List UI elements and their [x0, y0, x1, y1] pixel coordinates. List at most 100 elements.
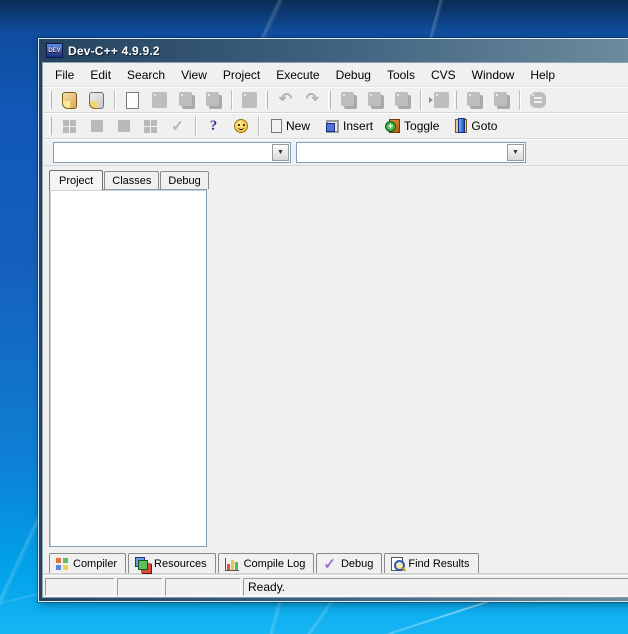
app-icon: DEV — [46, 43, 63, 58]
menu-project[interactable]: Project — [215, 65, 268, 85]
bar-chart-icon — [225, 558, 239, 571]
insert-button-label: Insert — [343, 119, 373, 133]
toolbar-grip[interactable] — [265, 91, 268, 109]
square-icon — [118, 120, 130, 132]
print-button — [237, 89, 262, 111]
goto-icon — [455, 119, 467, 133]
tab-resources[interactable]: Resources — [128, 553, 216, 574]
new-source-button[interactable] — [120, 89, 145, 111]
open-button[interactable] — [84, 89, 109, 111]
undo-button: ↶ — [273, 89, 298, 111]
profile-icon — [494, 92, 507, 106]
toolbar-compiler-classes: ▼ ▼ — [43, 139, 628, 166]
toolbar-separator — [114, 90, 115, 110]
toolbar-separator — [519, 90, 520, 110]
tab-compile-log-label: Compile Log — [244, 558, 306, 570]
compile-and-run-icon — [395, 92, 408, 106]
help-icon: ? — [210, 118, 218, 135]
menu-bar: File Edit Search View Project Execute De… — [43, 63, 628, 87]
menu-debug[interactable]: Debug — [328, 65, 379, 85]
redo-button: ↷ — [300, 89, 325, 111]
toolbar-main: ↶ ↷ — [43, 87, 628, 113]
tab-debug-bottom[interactable]: ✓ Debug — [316, 553, 382, 574]
goto-button-label: Goto — [471, 119, 497, 133]
left-tab-bar: Project Classes Debug — [49, 168, 211, 189]
project-panel: Project Classes Debug — [43, 168, 211, 551]
class-combobox-dropdown[interactable]: ▼ — [507, 144, 524, 161]
abort-button — [525, 89, 550, 111]
save-all-icon — [179, 92, 192, 106]
chevron-down-icon: ▼ — [512, 149, 519, 156]
square-button-2 — [111, 115, 136, 137]
purple-check-icon: ✓ — [323, 557, 336, 572]
run-button — [363, 89, 388, 111]
close-file-icon — [206, 92, 219, 106]
window-title: Dev-C++ 4.9.9.2 — [68, 44, 160, 58]
open-icon — [89, 92, 104, 109]
project-tree[interactable] — [49, 189, 207, 547]
redo-icon: ↷ — [306, 92, 319, 108]
toolbar-separator — [231, 90, 232, 110]
compile-button — [336, 89, 361, 111]
debug-icon — [467, 92, 480, 106]
rebuild-all-button — [426, 89, 451, 111]
insert-button[interactable]: Insert — [320, 117, 379, 135]
status-panel-2 — [117, 578, 163, 596]
new-project-button[interactable] — [57, 89, 82, 111]
compiler-combobox[interactable]: ▼ — [53, 142, 291, 163]
about-button[interactable] — [228, 115, 253, 137]
tab-project[interactable]: Project — [49, 170, 103, 190]
tab-compile-log[interactable]: Compile Log — [218, 553, 315, 574]
desktop: { "window": { "title": "Dev-C++ 4.9.9.2"… — [0, 0, 628, 634]
menu-help[interactable]: Help — [522, 65, 563, 85]
menu-tools[interactable]: Tools — [379, 65, 423, 85]
menu-window[interactable]: Window — [464, 65, 523, 85]
menu-edit[interactable]: Edit — [82, 65, 119, 85]
menu-view[interactable]: View — [173, 65, 215, 85]
toolbar-grip[interactable] — [328, 91, 331, 109]
square-icon — [91, 120, 103, 132]
help-button[interactable]: ? — [201, 115, 226, 137]
toolbar-grip[interactable] — [49, 91, 52, 109]
check-button: ✓ — [165, 115, 190, 137]
tab-debug[interactable]: Debug — [160, 171, 208, 189]
new-button[interactable]: New — [265, 117, 316, 135]
insert-icon — [326, 120, 339, 133]
devcpp-window: DEV Dev-C++ 4.9.9.2 File Edit Search Vie… — [38, 38, 628, 602]
title-bar[interactable]: DEV Dev-C++ 4.9.9.2 — [42, 39, 628, 62]
toolbar-grip[interactable] — [454, 91, 457, 109]
status-bar: Ready. — [43, 575, 628, 597]
grid-icon — [63, 120, 76, 133]
bottom-tab-bar: Compiler Resources Compile Log ✓ Debug F… — [43, 551, 628, 575]
toggle-button-label: Toggle — [404, 119, 439, 133]
save-icon — [152, 92, 167, 108]
tab-debug-label: Debug — [341, 558, 373, 570]
goto-button[interactable]: Goto — [449, 117, 503, 135]
tab-find-results[interactable]: Find Results — [384, 553, 478, 574]
menu-execute[interactable]: Execute — [268, 65, 327, 85]
class-combobox[interactable]: ▼ — [296, 142, 526, 163]
toolbar-grip[interactable] — [49, 117, 52, 135]
new-page-icon — [271, 119, 282, 133]
compiler-squares-icon — [56, 558, 68, 570]
undo-icon: ↶ — [279, 92, 292, 108]
compile-and-run-button — [390, 89, 415, 111]
new-project-icon — [62, 92, 77, 109]
new-source-icon — [126, 92, 139, 109]
tab-compiler[interactable]: Compiler — [49, 553, 126, 574]
smiley-icon — [234, 119, 248, 133]
check-icon: ✓ — [171, 119, 184, 134]
tab-classes[interactable]: Classes — [104, 171, 159, 189]
compiler-combobox-dropdown[interactable]: ▼ — [272, 144, 289, 161]
menu-file[interactable]: File — [47, 65, 82, 85]
client-area: File Edit Search View Project Execute De… — [42, 62, 628, 598]
menu-cvs[interactable]: CVS — [423, 65, 464, 85]
toolbar-separator — [258, 116, 259, 136]
toolbar-separator — [420, 90, 421, 110]
menu-search[interactable]: Search — [119, 65, 173, 85]
toggle-button[interactable]: Toggle — [383, 117, 445, 135]
grid-icon — [144, 120, 157, 133]
main-area: Project Classes Debug — [43, 166, 628, 551]
resources-stack-icon — [135, 557, 149, 571]
toolbar-specials: ✓ ? New Insert Toggle Goto — [43, 113, 628, 139]
